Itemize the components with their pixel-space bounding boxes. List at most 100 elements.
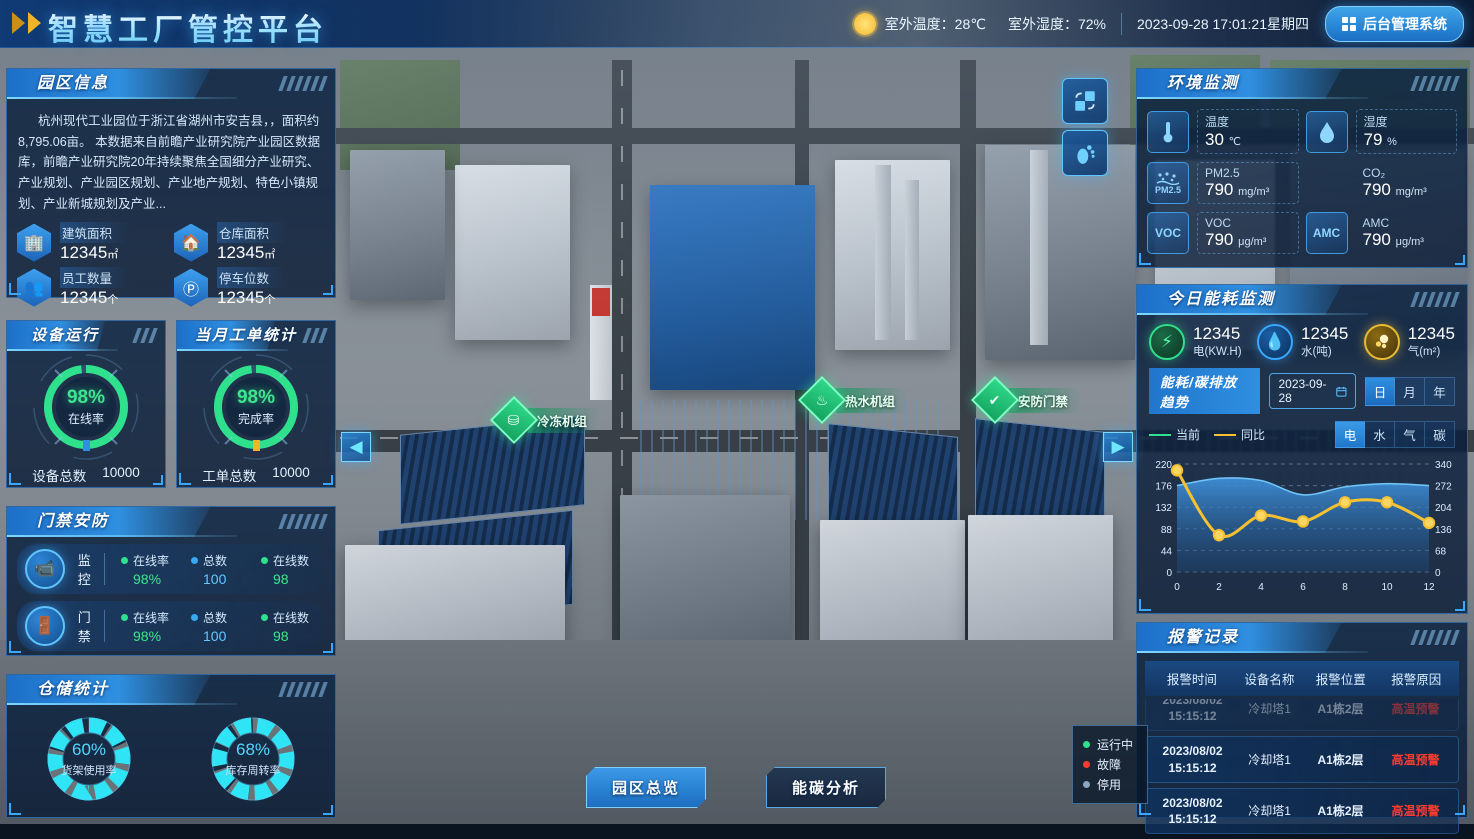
energy-trend-chart: 04488132176220068136204272340024681012 (1143, 454, 1461, 604)
sun-icon (854, 13, 876, 35)
security-row-door-access[interactable]: 🚪 门禁 在线率 98% 总数 100 在线数 98 (17, 601, 325, 651)
env-value: 790 mg/m³ (1205, 180, 1291, 200)
scene-prev-button[interactable]: ◀ (341, 432, 371, 462)
column-header-device: 设备名称 (1235, 669, 1304, 688)
storage-stats-panel: 仓储统计 60% 货架使用率 68% (6, 674, 336, 818)
legend-item-disabled: 停用 (1083, 776, 1133, 793)
pm25-icon: PM2.5 (1147, 162, 1189, 204)
view-switch-icon (1072, 88, 1098, 114)
online-rate-value: 98% (67, 387, 105, 409)
env-key: VOC (1205, 216, 1291, 230)
stat-label: 停车位数 (217, 267, 287, 288)
access-security-panel: 门禁安防 📹 监控 在线率 98% 总数 100 在线数 98 🚪 门禁 (6, 506, 336, 656)
metric-online-rate: 在线率 98% (121, 552, 177, 587)
table-row[interactable]: 2023/08/0215:15:12 冷却塔1 A1栋2层 高温预警 (1145, 788, 1459, 834)
park-stats-grid: 🏢 建筑面积 12345㎡ 🏠 仓库面积 12345㎡ 👥 员工数量 12345… (7, 218, 335, 320)
tab-day[interactable]: 日 (1365, 377, 1395, 406)
walk-mode-button[interactable] (1062, 130, 1108, 176)
svg-text:12: 12 (1423, 582, 1435, 593)
panel-header: 报警记录 (1137, 623, 1467, 653)
table-row[interactable]: 2023/08/0215:15:12 冷却塔1 A1栋2层 高温预警 (1145, 699, 1459, 731)
workorder-total: 工单总数 10000 (202, 465, 310, 485)
env-value: 790 μg/m³ (1205, 230, 1291, 250)
env-value-box: 温度 30 ℃ (1197, 109, 1299, 154)
completion-rate-ring: 98% 完成率 (208, 359, 304, 455)
env-metric-co2: CO₂ 790 mg/m³ (1306, 162, 1458, 204)
svg-text:10: 10 (1381, 582, 1393, 593)
energy-metrics-row: ⚡ 12345 电(KW.H) 💧 12345 水(吨) 12345 气(m²) (1137, 315, 1467, 364)
env-value-box: VOC 790 μg/m³ (1197, 212, 1299, 254)
security-row-label: 监控 (74, 550, 95, 588)
date-value: 2023-09-28 (1278, 377, 1329, 405)
tab-water[interactable]: 水 (1365, 421, 1395, 448)
warehouse-icon: 🏠 (174, 224, 208, 262)
cell-reason: 高温预警 (1377, 700, 1454, 717)
env-key: CO₂ (1363, 166, 1451, 180)
cell-reason: 高温预警 (1377, 751, 1454, 768)
app-header: 智慧工厂管控平台 室外温度： 28℃ 室外湿度： 72% 2023-09-28 … (0, 0, 1474, 48)
alarm-table-body[interactable]: 2023/08/0215:15:12 冷却塔1 A1栋2层 高温预警 2023/… (1145, 699, 1459, 839)
door-access-icon: 🚪 (25, 606, 65, 646)
cell-location: A1栋2层 (1304, 751, 1377, 768)
header-status-bar: 室外温度： 28℃ 室外湿度： 72% 2023-09-28 17:01:21星… (854, 0, 1474, 48)
env-value-box: AMC 790 μg/m³ (1356, 213, 1458, 253)
environment-monitor-panel: 环境监测 温度 30 ℃ 湿度 79 % PM2.5 (1136, 68, 1468, 268)
tab-carbon[interactable]: 碳 (1425, 421, 1455, 448)
stat-value: 12345㎡ (217, 243, 287, 263)
tab-month[interactable]: 月 (1395, 377, 1425, 406)
voc-icon: VOC (1147, 212, 1189, 254)
scene-marker-label: 热水机组 (836, 388, 907, 413)
shelf-usage-value: 60% (72, 740, 106, 760)
park-description: 杭州现代工业园位于浙江省湖州市安吉县，，面积约8,795.06亩。 本数据来自前… (7, 99, 335, 218)
svg-text:132: 132 (1155, 503, 1172, 514)
scene-marker-boiler[interactable]: ♨ 热水机组 (805, 383, 907, 417)
metric-value: 98 (273, 571, 317, 587)
tab-gas[interactable]: 气 (1395, 421, 1425, 448)
metric-value: 98 (273, 628, 317, 644)
trend-controls: 能耗/碳排放趋势 2023-09-28 日 月 年 (1137, 364, 1467, 416)
view-switch-button[interactable] (1062, 78, 1108, 124)
cell-device: 冷却塔1 (1235, 751, 1304, 768)
scene-marker-chiller[interactable]: ⛁ 冷冻机组 (497, 403, 599, 437)
scene-action-buttons: 园区总览 能碳分析 (586, 767, 886, 808)
column-header-time: 报警时间 (1149, 669, 1235, 688)
legend-item-fault: 故障 (1083, 756, 1133, 773)
svg-text:204: 204 (1435, 503, 1452, 514)
environment-metrics-grid: 温度 30 ℃ 湿度 79 % PM2.5 PM2.5 790 mg/m³ (1137, 99, 1467, 264)
tab-year[interactable]: 年 (1425, 377, 1455, 406)
security-row-monitoring[interactable]: 📹 监控 在线率 98% 总数 100 在线数 98 (17, 544, 325, 594)
scene-marker-security[interactable]: ✔ 安防门禁 (978, 383, 1080, 417)
legend-label: 故障 (1097, 756, 1121, 773)
env-metric-amc: AMC AMC 790 μg/m³ (1306, 212, 1458, 254)
scene-next-button[interactable]: ▶ (1103, 432, 1133, 462)
total-value: 10000 (272, 465, 310, 485)
metric-total: 总数 100 (191, 609, 247, 644)
energy-unit: 电(KW.H) (1193, 343, 1242, 359)
gauge-marker (253, 440, 260, 451)
table-row[interactable]: 2023/08/0215:15:12 冷却塔1 A1栋2层 高温预警 (1145, 736, 1459, 782)
security-metrics: 在线率 98% 总数 100 在线数 98 (113, 609, 317, 644)
env-key: PM2.5 (1205, 166, 1291, 180)
humidity-drop-icon (1306, 111, 1348, 153)
energy-type-tabs: 电 水 气 碳 (1335, 421, 1455, 448)
admin-system-button[interactable]: 后台管理系统 (1325, 6, 1464, 42)
svg-text:4: 4 (1258, 582, 1264, 593)
cell-reason: 高温预警 (1377, 802, 1454, 819)
building-icon: 🏢 (17, 224, 51, 262)
header-stripes-decoration (305, 328, 325, 343)
period-tabs: 日 月 年 (1365, 377, 1455, 406)
alarm-table-header: 报警时间 设备名称 报警位置 报警原因 (1145, 661, 1459, 696)
page-title: 智慧工厂管控平台 (48, 5, 328, 49)
env-metric-temperature: 温度 30 ℃ (1147, 109, 1299, 154)
park-overview-button[interactable]: 园区总览 (586, 767, 706, 808)
svg-text:2: 2 (1216, 582, 1222, 593)
panel-header: 今日能耗监测 (1137, 285, 1467, 315)
tab-electricity[interactable]: 电 (1335, 421, 1365, 448)
date-picker[interactable]: 2023-09-28 (1269, 373, 1356, 409)
stat-label: 员工数量 (60, 267, 130, 288)
panel-header: 设备运行 (7, 321, 165, 351)
workorder-stats-panel: 当月工单统计 98% 完成率 (176, 320, 336, 488)
header-stripes-decoration (1413, 76, 1457, 91)
env-metric-voc: VOC VOC 790 μg/m³ (1147, 212, 1299, 254)
energy-carbon-analysis-button[interactable]: 能碳分析 (766, 767, 886, 808)
